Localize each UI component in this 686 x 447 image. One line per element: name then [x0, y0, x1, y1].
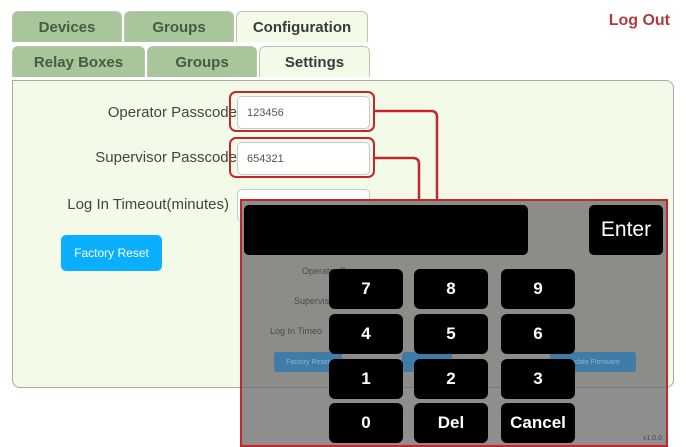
ghost-timeout-label: Log In Timeo [270, 326, 323, 336]
keypad-display [244, 205, 528, 255]
key-3[interactable]: 3 [501, 359, 575, 399]
enter-button[interactable]: Enter [589, 205, 663, 255]
key-7[interactable]: 7 [329, 269, 403, 309]
key-9[interactable]: 9 [501, 269, 575, 309]
key-2[interactable]: 2 [414, 359, 488, 399]
key-6[interactable]: 6 [501, 314, 575, 354]
key-5[interactable]: 5 [414, 314, 488, 354]
numeric-keypad-overlay: Operator P Supervisor Log In Timeo Facto… [240, 199, 668, 447]
supervisor-connector-line [375, 156, 421, 200]
key-4[interactable]: 4 [329, 314, 403, 354]
key-8[interactable]: 8 [414, 269, 488, 309]
delete-button[interactable]: Del [414, 403, 488, 443]
cancel-button[interactable]: Cancel [501, 403, 575, 443]
operator-connector-line [375, 109, 439, 200]
version-label: v1.0.0 [642, 435, 662, 442]
key-1[interactable]: 1 [329, 359, 403, 399]
key-0[interactable]: 0 [329, 403, 403, 443]
